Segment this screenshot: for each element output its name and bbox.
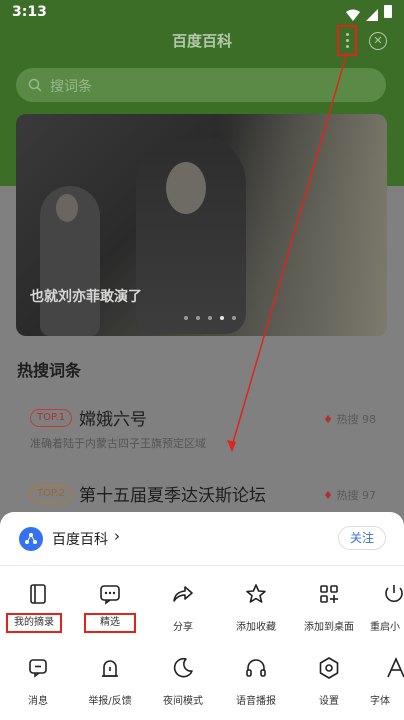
search-icon	[28, 77, 42, 92]
message-dots-icon	[98, 582, 122, 606]
chevron-right-icon[interactable]: ›	[114, 527, 120, 545]
rank-badge: TOP.1	[30, 409, 72, 427]
grid-add-icon	[317, 582, 341, 606]
action-report-feedback[interactable]: 举报/反馈	[72, 652, 148, 720]
hot-item[interactable]: TOP.2 第十五届夏季达沃斯论坛 ♦ 热搜 97	[30, 481, 380, 507]
sheet-header: 百度百科 › 关注	[0, 512, 404, 566]
hot-item-title: 第十五届夏季达沃斯论坛	[79, 486, 266, 506]
status-icons	[346, 5, 392, 21]
battery-icon	[384, 5, 392, 18]
dot-icon	[345, 45, 349, 48]
action-label: 重启小	[370, 622, 400, 633]
action-add-favorite[interactable]: 添加收藏	[218, 578, 294, 648]
headphones-icon	[244, 656, 268, 680]
carousel-dot	[196, 316, 200, 320]
dot-icon	[345, 33, 349, 36]
flame-icon: ♦	[323, 489, 333, 502]
banner-caption: 也就刘亦菲敢演了	[30, 289, 142, 305]
flame-icon: ♦	[323, 413, 333, 426]
action-label: 举报/反馈	[88, 696, 132, 707]
follow-button[interactable]: 关注	[338, 526, 386, 550]
app-logo-icon	[19, 527, 43, 551]
font-icon	[384, 656, 404, 680]
more-menu-button[interactable]	[337, 25, 357, 56]
share-icon	[171, 582, 195, 606]
action-label: 夜间模式	[163, 696, 203, 707]
status-bar: 3:13	[0, 0, 404, 26]
heat-indicator: ♦ 热搜 98	[323, 413, 376, 426]
action-night-mode[interactable]: 夜间模式	[145, 652, 221, 720]
share-bottom-sheet: 百度百科 › 关注 我的摘录 精选 分享 添加收藏 添加到桌面 重启小 消息 举…	[0, 512, 404, 720]
action-label: 字体	[370, 696, 390, 707]
hot-item-desc: 准确着陆于内蒙古四子王旗预定区域	[30, 437, 206, 450]
search-placeholder: 搜词条	[50, 79, 92, 95]
hot-item[interactable]: TOP.1 嫦娥六号 ♦ 热搜 98 准确着陆于内蒙古四子王旗预定区域	[30, 405, 380, 455]
action-my-excerpts[interactable]: 我的摘录	[0, 578, 76, 648]
action-featured[interactable]: 精选	[72, 578, 148, 648]
carousel-dot	[232, 316, 236, 320]
carousel-dot-active	[220, 316, 224, 320]
action-font[interactable]: 字体	[356, 652, 404, 720]
rank-badge: TOP.2	[30, 485, 72, 503]
action-label: 语音播报	[236, 696, 276, 707]
search-bar[interactable]: 搜词条	[16, 68, 386, 102]
carousel-dot	[184, 316, 188, 320]
carousel-dot	[208, 316, 212, 320]
action-row-1: 我的摘录 精选 分享 添加收藏 添加到桌面 重启小	[0, 578, 404, 648]
banner-dots	[184, 316, 236, 320]
close-button[interactable]: ✕	[369, 32, 387, 50]
notebook-icon	[26, 582, 50, 606]
action-label: 添加收藏	[236, 622, 276, 633]
star-icon	[244, 582, 268, 606]
chat-icon	[26, 656, 50, 680]
dot-icon	[345, 39, 349, 42]
wifi-icon	[346, 6, 360, 21]
action-share[interactable]: 分享	[145, 578, 221, 648]
hot-section-title: 热搜词条	[17, 361, 82, 380]
action-label: 我的摘录	[6, 613, 62, 633]
app-name[interactable]: 百度百科	[52, 529, 108, 549]
settings-icon	[317, 656, 341, 680]
banner-carousel[interactable]: 也就刘亦菲敢演了	[16, 114, 387, 336]
action-label: 消息	[28, 696, 48, 707]
alert-person-icon	[98, 656, 122, 680]
action-messages[interactable]: 消息	[0, 652, 76, 720]
hot-item-title: 嫦娥六号	[79, 410, 147, 430]
action-row-2: 消息 举报/反馈 夜间模式 语音播报 设置 字体	[0, 652, 404, 720]
heat-indicator: ♦ 热搜 97	[323, 489, 376, 502]
action-voice-broadcast[interactable]: 语音播报	[218, 652, 294, 720]
status-time: 3:13	[12, 4, 47, 20]
action-label: 精选	[84, 613, 136, 633]
action-restart[interactable]: 重启小	[356, 578, 404, 648]
signal-icon	[366, 6, 378, 21]
restart-icon	[382, 582, 404, 606]
moon-icon	[171, 656, 195, 680]
action-label: 分享	[173, 622, 193, 633]
screen: 3:13 百度百科 ✕ 搜词条 也就刘亦菲敢演了 热搜词条 TOP.1 嫦娥六号…	[0, 0, 404, 720]
